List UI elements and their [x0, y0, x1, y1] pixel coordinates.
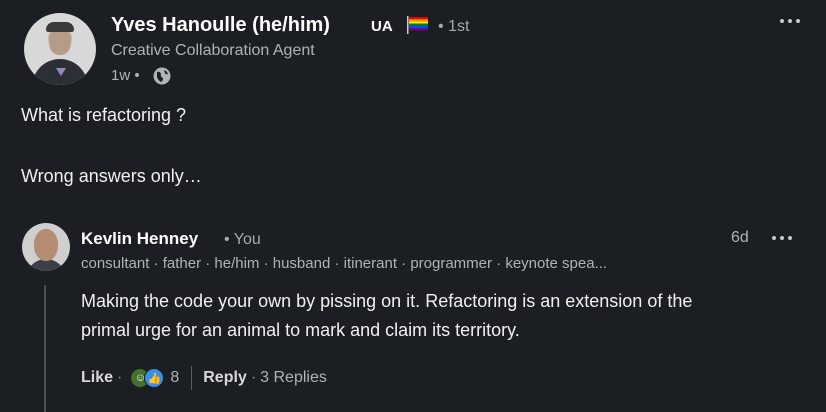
separator-dot: · — [117, 369, 123, 386]
more-horizontal-icon[interactable] — [777, 12, 803, 30]
post-time: 1w • — [111, 67, 140, 84]
reactions[interactable]: ☺ 👍 — [130, 368, 165, 388]
post-body-line-2: Wrong answers only… — [21, 166, 202, 186]
post-body-line-1: What is refactoring ? — [21, 105, 187, 125]
thread-line — [44, 285, 46, 412]
author-badge: UA — [371, 18, 393, 35]
comment-time: 6d — [731, 229, 749, 246]
commenter-headline: consultant · father · he/him · husband ·… — [81, 255, 608, 272]
comment-text-line-2: primal urge for an animal to mark and cl… — [81, 320, 520, 340]
comment-actions: Like · ☺ 👍 8 Reply · 3 Replies — [81, 366, 327, 390]
reaction-count[interactable]: 8 — [170, 369, 179, 387]
globe-icon — [153, 67, 171, 85]
divider — [191, 366, 193, 390]
commenter-avatar[interactable] — [22, 223, 70, 271]
separator-dot-2: · — [250, 369, 257, 386]
author-headline: Creative Collaboration Agent — [111, 42, 315, 59]
comment-more-icon[interactable] — [770, 229, 794, 247]
reply-button[interactable]: Reply — [203, 369, 247, 387]
comment-text-line-1: Making the code your own by pissing on i… — [81, 291, 693, 311]
you-label: • You — [224, 231, 261, 248]
author-name[interactable]: Yves Hanoulle (he/him) — [111, 14, 330, 37]
like-reaction-icon: 👍 — [144, 368, 165, 388]
replies-link[interactable]: 3 Replies — [260, 369, 327, 387]
rainbow-flag-icon — [407, 16, 428, 34]
author-avatar[interactable] — [24, 13, 96, 85]
commenter-name[interactable]: Kevlin Henney — [81, 229, 198, 249]
connection-degree: • 1st — [438, 18, 470, 35]
like-button[interactable]: Like — [81, 369, 113, 387]
